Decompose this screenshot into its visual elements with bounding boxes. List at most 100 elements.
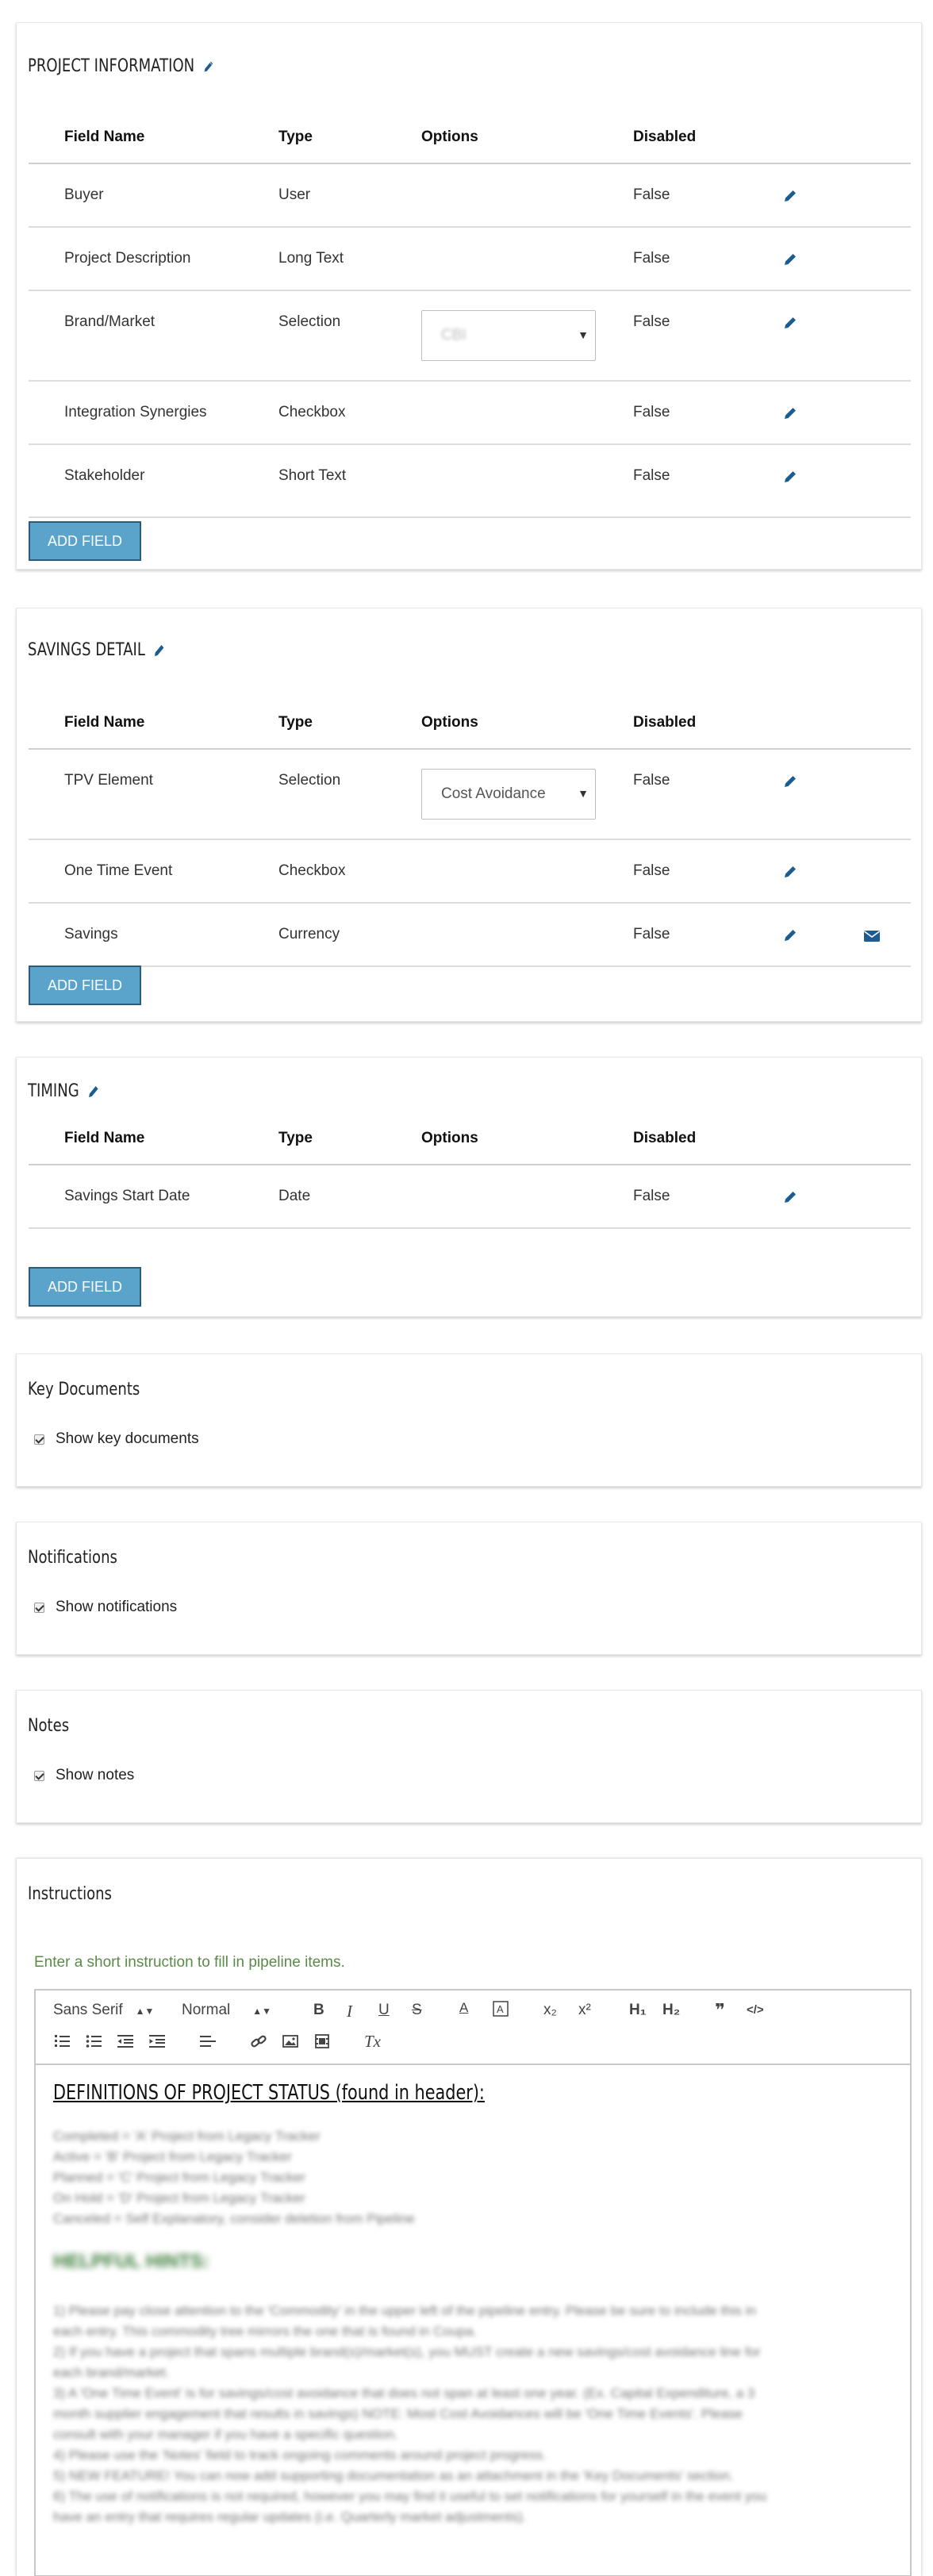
font-family-value: Sans Serif — [53, 2002, 123, 2018]
edit-section-pencil-icon[interactable] — [202, 59, 215, 75]
savings-detail-panel: SAVINGS DETAIL Field Name Type Options D… — [16, 608, 922, 1022]
show-key-documents-checkbox-row[interactable]: Show key documents — [34, 1430, 199, 1448]
select-value: Cost Avoidance — [441, 785, 546, 802]
table-row: Project Description Long Text False — [29, 228, 911, 291]
hint-line: 6) The use of notifications is not requi… — [53, 2489, 767, 2504]
bold-button[interactable]: B — [313, 2002, 324, 2019]
instructions-title: Instructions — [28, 1884, 112, 1904]
brand-market-options-select[interactable]: CBI ▼ — [421, 310, 596, 361]
savings-detail-table: Field Name Type Options Disabled TPV Ele… — [29, 688, 911, 967]
hint-line: each brand/market. — [53, 2365, 170, 2380]
checkbox-label: Show key documents — [56, 1430, 199, 1447]
status-line: On Hold = 'D' Project from Legacy Tracke… — [53, 2190, 305, 2206]
header-options: Options — [421, 129, 478, 145]
timing-table: Field Name Type Options Disabled Savings… — [29, 1104, 911, 1229]
up-down-arrows-icon: ▲▼ — [135, 2006, 155, 2017]
bullet-list-icon[interactable] — [85, 2033, 102, 2049]
edit-field-pencil-icon[interactable] — [782, 927, 798, 943]
editor-toolbar: Sans Serif ▲▼ Normal ▲▼ B I U S A A x₂ x² … — [36, 1991, 910, 2065]
edit-field-pencil-icon[interactable] — [782, 774, 798, 789]
blockquote-button[interactable]: ❞ — [715, 2000, 725, 2021]
heading-1-button[interactable]: H₁ — [629, 2002, 647, 2019]
outdent-icon[interactable] — [117, 2033, 134, 2049]
edit-field-pencil-icon[interactable] — [782, 1189, 798, 1205]
strike-button[interactable]: S — [412, 2002, 422, 2019]
show-notes-checkbox[interactable] — [34, 1770, 44, 1781]
edit-field-pencil-icon[interactable] — [782, 405, 798, 421]
header-type: Type — [278, 129, 313, 145]
field-type: Selection — [278, 772, 341, 789]
link-icon[interactable] — [250, 2033, 267, 2049]
show-notifications-checkbox-row[interactable]: Show notifications — [34, 1599, 177, 1616]
edit-section-pencil-icon[interactable] — [153, 643, 166, 658]
edit-field-pencil-icon[interactable] — [782, 864, 798, 880]
code-block-button[interactable]: </> — [747, 2003, 764, 2017]
field-disabled: False — [633, 926, 670, 942]
table-row: Savings Start Date Date False — [29, 1165, 911, 1229]
text-color-button[interactable]: A — [459, 2000, 468, 2016]
font-size-dropdown[interactable]: Normal ▲▼ — [182, 2002, 271, 2019]
field-name: TPV Element — [64, 772, 153, 789]
add-field-button[interactable]: ADD FIELD — [29, 521, 141, 561]
edit-field-pencil-icon[interactable] — [782, 251, 798, 267]
subscript-button[interactable]: x₂ — [543, 2002, 557, 2019]
add-field-button[interactable]: ADD FIELD — [29, 1267, 141, 1307]
underline-button[interactable]: U — [378, 2002, 390, 2019]
italic-button[interactable]: I — [347, 2002, 352, 2021]
header-disabled: Disabled — [633, 1130, 697, 1146]
header-disabled: Disabled — [633, 129, 697, 145]
font-family-dropdown[interactable]: Sans Serif ▲▼ — [53, 2002, 154, 2019]
header-type: Type — [278, 1130, 313, 1146]
field-type: Checkbox — [278, 404, 346, 420]
table-row: Stakeholder Short Text False — [29, 445, 911, 518]
heading-2-button[interactable]: H₂ — [662, 2002, 680, 2019]
field-disabled: False — [633, 186, 670, 203]
notes-title: Notes — [28, 1716, 70, 1736]
edit-field-pencil-icon[interactable] — [782, 469, 798, 485]
notes-panel: Notes Show notes — [16, 1690, 922, 1823]
instructions-hint: Enter a short instruction to fill in pip… — [34, 1954, 345, 1971]
align-left-icon[interactable] — [199, 2033, 217, 2049]
table-row: Integration Synergies Checkbox False — [29, 382, 911, 445]
field-type: Date — [278, 1188, 311, 1204]
field-name: Stakeholder — [64, 467, 145, 484]
notifications-panel: Notifications Show notifications — [16, 1522, 922, 1655]
rich-text-editor[interactable]: Sans Serif ▲▼ Normal ▲▼ B I U S A A x₂ x² … — [34, 1989, 912, 2576]
field-type: Checkbox — [278, 862, 346, 879]
table-row: One Time Event Checkbox False — [29, 840, 911, 904]
envelope-icon[interactable] — [863, 929, 881, 943]
hint-line: 3) A 'One Time Event' is for savings/cos… — [53, 2386, 755, 2401]
key-documents-title: Key Documents — [28, 1380, 140, 1399]
hint-line: consult with your manager if you have a … — [53, 2427, 398, 2442]
image-icon[interactable] — [282, 2033, 299, 2049]
status-line: Canceled = Self Explanatory, consider de… — [53, 2211, 415, 2226]
background-color-icon[interactable]: A — [493, 2000, 509, 2017]
savings-detail-title: SAVINGS DETAIL — [28, 640, 166, 660]
add-field-button[interactable]: ADD FIELD — [29, 966, 141, 1005]
header-field-name: Field Name — [64, 714, 145, 731]
checkbox-label: Show notes — [56, 1767, 135, 1783]
table-header: Field Name Type Options Disabled — [29, 1104, 911, 1165]
indent-icon[interactable] — [148, 2033, 166, 2049]
header-options: Options — [421, 1130, 478, 1146]
show-notifications-checkbox[interactable] — [34, 1602, 44, 1613]
field-disabled: False — [633, 313, 670, 330]
caret-down-icon: ▼ — [578, 787, 589, 800]
field-type: Selection — [278, 313, 341, 330]
clear-format-button[interactable]: Tx — [364, 2032, 381, 2052]
show-notes-checkbox-row[interactable]: Show notes — [34, 1767, 134, 1784]
hint-line: 2) If you have a project that spans mult… — [53, 2344, 761, 2359]
show-key-documents-checkbox[interactable] — [34, 1434, 44, 1445]
video-icon[interactable] — [313, 2033, 331, 2049]
edit-field-pencil-icon[interactable] — [782, 315, 798, 331]
ordered-list-icon[interactable] — [53, 2033, 71, 2049]
editor-content[interactable]: DEFINITIONS OF PROJECT STATUS (found in … — [36, 2065, 910, 2540]
tpv-element-options-select[interactable]: Cost Avoidance ▼ — [421, 769, 596, 820]
status-line: Completed = 'A' Project from Legacy Trac… — [53, 2129, 321, 2144]
hint-line: 1) Please pay close attention to the 'Co… — [53, 2303, 756, 2318]
edit-field-pencil-icon[interactable] — [782, 188, 798, 204]
hint-line: 5) NEW FEATURE! You can now add supporti… — [53, 2468, 734, 2483]
superscript-button[interactable]: x² — [578, 2002, 591, 2019]
edit-section-pencil-icon[interactable] — [87, 1084, 100, 1100]
header-disabled: Disabled — [633, 714, 697, 731]
